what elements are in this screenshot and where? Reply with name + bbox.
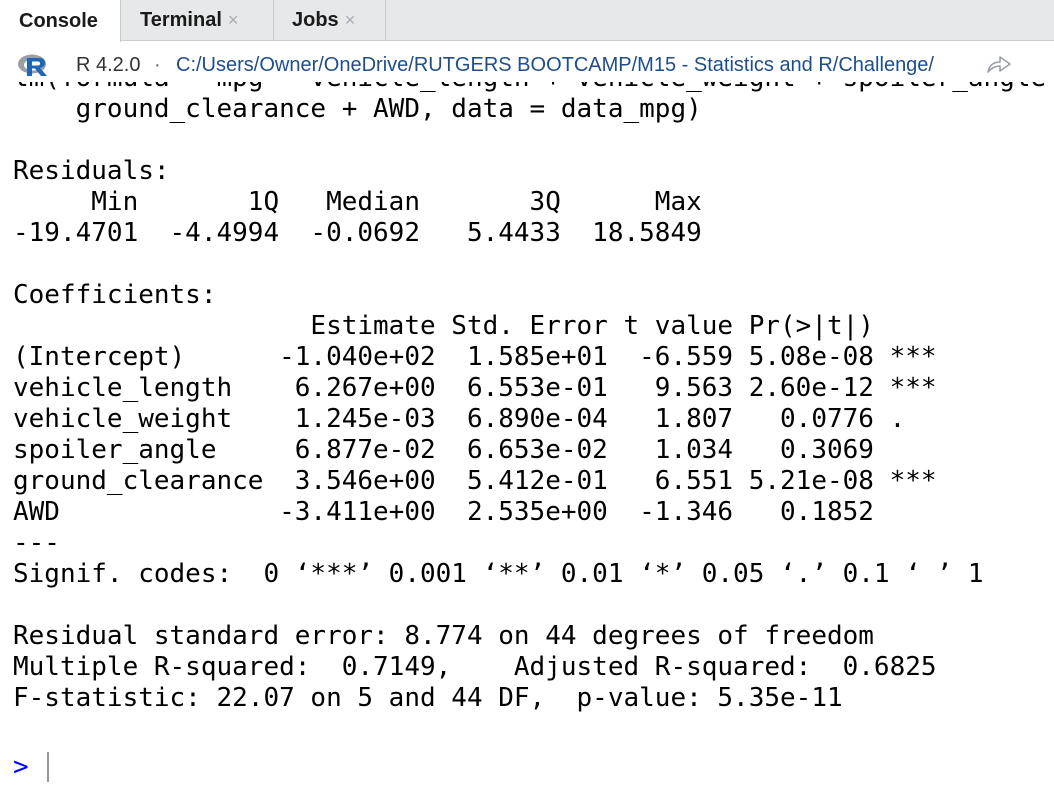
tab-console[interactable]: Console	[0, 0, 121, 42]
working-directory-bar: R 4.2.0 · C:/Users/Owner/OneDrive/RUTGER…	[0, 42, 1054, 82]
r-logo-icon	[18, 54, 47, 76]
tab-console-label: Console	[19, 9, 98, 32]
console-output[interactable]: lm(formula = mpg ~ vehicle_length + vehi…	[0, 82, 1054, 793]
tab-divider	[385, 0, 386, 41]
tab-terminal[interactable]: Terminal ×	[121, 0, 273, 41]
tab-jobs[interactable]: Jobs ×	[273, 0, 385, 41]
tab-bar: Console Terminal × Jobs ×	[0, 0, 1054, 42]
console-pane: Console Terminal × Jobs × R 4.2.0 · C:/U…	[0, 0, 1054, 793]
tab-jobs-label: Jobs	[292, 9, 339, 31]
text-cursor	[46, 752, 49, 782]
go-to-directory-icon[interactable]	[986, 54, 1012, 74]
close-icon[interactable]: ×	[228, 10, 239, 31]
path-separator: ·	[154, 54, 161, 76]
console-input-line[interactable]: >	[13, 750, 49, 784]
console-prompt: >	[13, 752, 29, 782]
tab-terminal-label: Terminal	[140, 9, 222, 31]
close-icon[interactable]: ×	[345, 10, 356, 31]
r-version-label: R 4.2.0	[76, 54, 141, 76]
console-cutoff-line: lm(formula = mpg ~ vehicle_length + vehi…	[13, 82, 1054, 94]
regression-summary-output: ground_clearance + AWD, data = data_mpg)…	[13, 94, 984, 713]
working-directory-path[interactable]: C:/Users/Owner/OneDrive/RUTGERS BOOTCAMP…	[176, 54, 934, 77]
